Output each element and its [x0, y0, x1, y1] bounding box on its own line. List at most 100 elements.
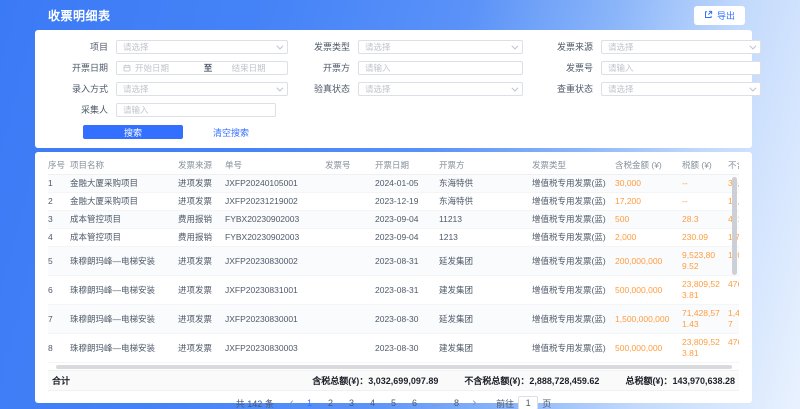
- table-row: 3成本管控项目费用报销FYBX202309020032023-09-041121…: [48, 211, 739, 229]
- vertical-scrollbar[interactable]: [732, 177, 737, 275]
- table-cell: 增值税专用发票(蓝): [532, 229, 615, 246]
- table-cell: 进项发票: [178, 305, 225, 333]
- invoice-type-select[interactable]: 请选择: [358, 40, 523, 54]
- clear-search-button[interactable]: 清空搜索: [213, 126, 249, 139]
- dup-check-status-select[interactable]: 请选择: [601, 82, 761, 96]
- page-number-button[interactable]: 4: [367, 398, 379, 408]
- chevron-down-icon: [749, 42, 756, 49]
- collector-label: 采集人: [48, 103, 108, 117]
- entry-mode-select[interactable]: 请选择: [116, 82, 288, 96]
- table-cell: JXFP20240105001: [225, 175, 325, 192]
- table-cell: 500,000,000: [615, 334, 682, 362]
- chevron-down-icon: [749, 84, 756, 91]
- table-cell: 3: [48, 211, 70, 228]
- page-number-button[interactable]: 6: [409, 398, 421, 408]
- table-cell: 2024-01-05: [375, 175, 439, 192]
- table-cell: 200,000,000: [615, 247, 682, 275]
- table-body: 1金融大厦采购项目进项发票JXFP202401050012024-01-05东海…: [48, 175, 739, 363]
- table-cell: 延发集团: [439, 305, 532, 333]
- table-cell: 增值税专用发票(蓝): [532, 175, 615, 192]
- entry-mode-label: 录入方式: [48, 82, 108, 96]
- table-cell: 5: [48, 247, 70, 275]
- table-cell: 费用报销: [178, 229, 225, 246]
- export-button[interactable]: 导出: [694, 6, 745, 25]
- table-cell: --: [682, 193, 728, 210]
- table-cell: 进项发票: [178, 175, 225, 192]
- page-number-button[interactable]: 2: [325, 398, 337, 408]
- table-row: 5珠穆朗玛峰—电梯安装进项发票JXFP202308300022023-08-31…: [48, 247, 739, 276]
- table-header-cell: 项目名称: [70, 157, 178, 174]
- date-to-label: 至: [204, 62, 213, 74]
- table-cell: 7: [48, 305, 70, 333]
- table-header-cell: 序号: [48, 157, 70, 174]
- verify-status-select[interactable]: 请选择: [358, 82, 523, 96]
- date-start-placeholder: 开始日期: [135, 62, 200, 74]
- table-cell: 2023-08-31: [375, 247, 439, 275]
- table-cell: 4: [48, 229, 70, 246]
- table-cell: 珠穆朗玛峰—电梯安装: [70, 305, 178, 333]
- summary-row: 合计 含税总额(¥)：3,032,699,097.89 不含税总额(¥)：2,8…: [48, 370, 739, 391]
- table-cell: 230.09: [682, 229, 728, 246]
- table-row: 1金融大厦采购项目进项发票JXFP202401050012024-01-05东海…: [48, 175, 739, 193]
- table-row: 2金融大厦采购项目进项发票JXFP202312190022023-12-19东海…: [48, 193, 739, 211]
- table-cell: 增值税专用发票(蓝): [532, 334, 615, 362]
- table-cell: 1: [48, 175, 70, 192]
- issuer-input-wrap: [358, 61, 523, 75]
- table-cell: 珠穆朗玛峰—电梯安装: [70, 247, 178, 275]
- chevron-down-icon: [511, 84, 518, 91]
- table-cell: 17,200: [615, 193, 682, 210]
- table-header-cell: 开票日期: [375, 157, 439, 174]
- page-title: 收票明细表: [48, 7, 111, 24]
- table-cell: 东海特供: [439, 193, 532, 210]
- invoice-source-select[interactable]: 请选择: [601, 40, 761, 54]
- table-cell: --: [682, 175, 728, 192]
- invoice-date-range-picker[interactable]: 开始日期 至 结束日期: [116, 61, 288, 75]
- project-select[interactable]: 请选择: [116, 40, 288, 54]
- table-header-cell: 发票类型: [532, 157, 615, 174]
- page-number-button[interactable]: 1: [304, 398, 316, 408]
- summary-total-tax: 总税额(¥)：143,970,638.28: [625, 374, 735, 387]
- table-cell: 2023-12-19: [375, 193, 439, 210]
- table-cell: 23,809,523.81: [682, 334, 728, 362]
- verify-status-placeholder: 请选择: [365, 83, 511, 95]
- table-cell: [325, 305, 375, 333]
- table-cell: 珠穆朗玛峰—电梯安装: [70, 334, 178, 362]
- table-header-cell: 发票号: [325, 157, 375, 174]
- table-cell: 30,000: [615, 175, 682, 192]
- table-header-row: 序号项目名称发票来源单号发票号开票日期开票方发票类型含税金额 (¥)税额 (¥)…: [48, 157, 739, 175]
- table-cell: 500,000,000: [615, 276, 682, 304]
- search-button[interactable]: 搜索: [83, 125, 183, 139]
- goto-page-input[interactable]: [518, 396, 538, 409]
- table-cell: 2023-09-04: [375, 211, 439, 228]
- table-cell: 28.3: [682, 211, 728, 228]
- summary-without-tax: 不含税总额(¥)：2,888,728,459.62: [464, 374, 599, 387]
- issuer-input[interactable]: [365, 62, 516, 74]
- page-numbers: 123456...8: [304, 398, 463, 408]
- page-number-button[interactable]: 3: [346, 398, 358, 408]
- collector-input-wrap: [116, 103, 276, 117]
- page-number-button[interactable]: 8: [451, 398, 463, 408]
- table-cell: 6: [48, 276, 70, 304]
- table-cell: 增值税专用发票(蓝): [532, 305, 615, 333]
- pagination: 共 142 条 ‹ 123456...8 › 前往 页: [48, 391, 739, 409]
- summary-total-label: 合计: [52, 374, 70, 387]
- table-cell: 成本管控项目: [70, 211, 178, 228]
- table-cell: 8: [48, 334, 70, 362]
- page-number-button[interactable]: 5: [388, 398, 400, 408]
- table-cell: 进项发票: [178, 247, 225, 275]
- chevron-down-icon: [276, 42, 283, 49]
- table-header-cell: 发票来源: [178, 157, 225, 174]
- table-row: 8珠穆朗玛峰—电梯安装进项发票JXFP202308300032023-08-30…: [48, 334, 739, 363]
- table-cell: 建发集团: [439, 276, 532, 304]
- table-row: 4成本管控项目费用报销FYBX202309020032023-09-041213…: [48, 229, 739, 247]
- next-page-button[interactable]: ›: [471, 398, 479, 409]
- invoice-no-input[interactable]: [608, 62, 754, 74]
- horizontal-scrollbar[interactable]: [56, 365, 732, 369]
- summary-with-tax: 含税总额(¥)：3,032,699,097.89: [312, 374, 438, 387]
- prev-page-button[interactable]: ‹: [288, 398, 296, 409]
- table-cell: FYBX20230902003: [225, 211, 325, 228]
- table-cell: 71,428,571.43: [682, 305, 728, 333]
- collector-input[interactable]: [123, 104, 269, 116]
- table-cell: 东海特供: [439, 175, 532, 192]
- table-cell: 成本管控项目: [70, 229, 178, 246]
